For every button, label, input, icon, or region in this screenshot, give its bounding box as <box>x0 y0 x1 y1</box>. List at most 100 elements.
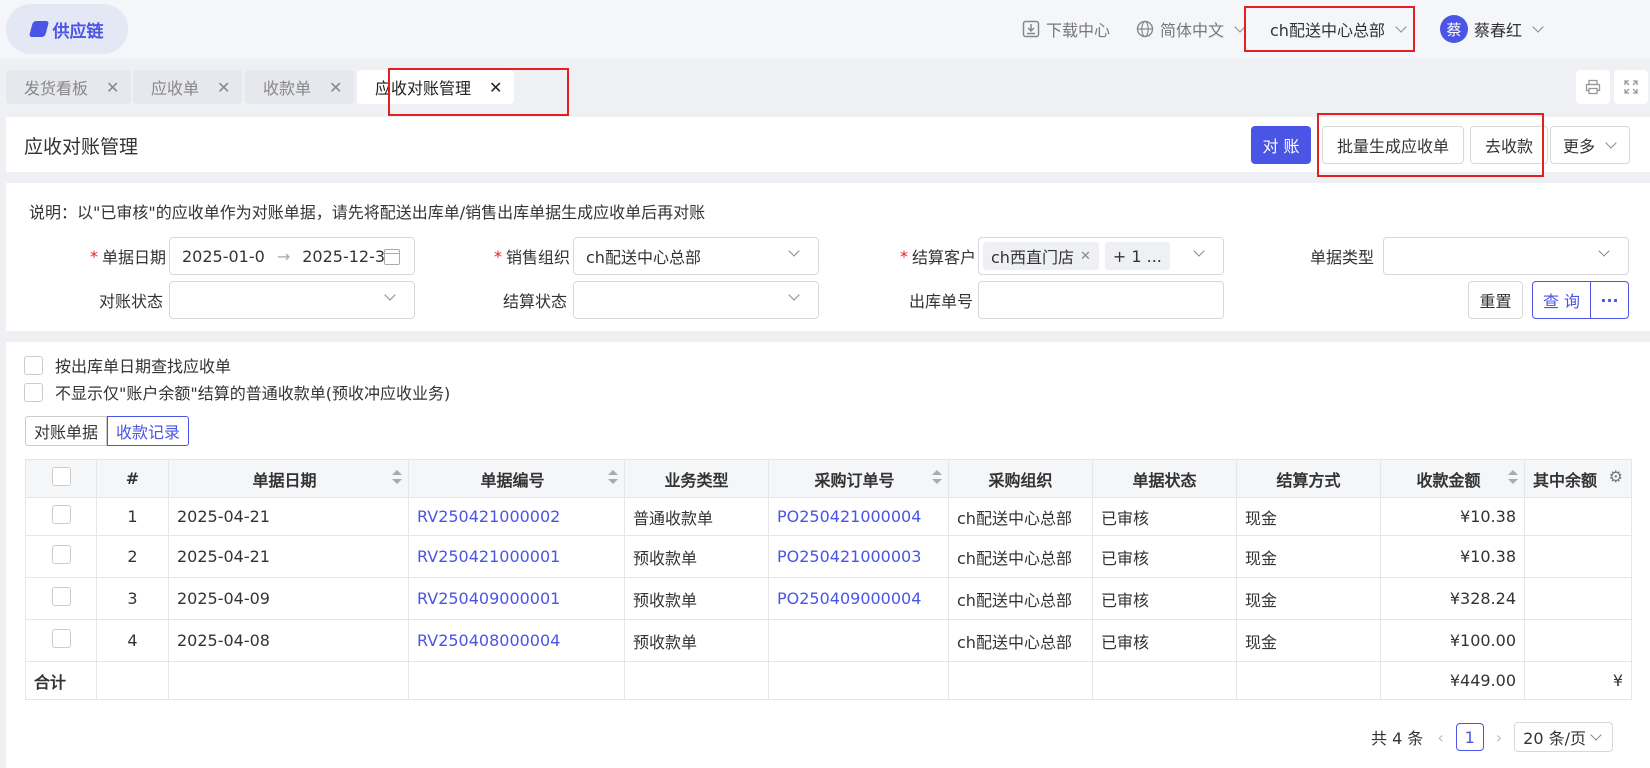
close-icon[interactable]: ✕ <box>217 78 230 97</box>
checkbox[interactable] <box>51 629 71 648</box>
close-icon[interactable]: ✕ <box>489 78 502 97</box>
fullscreen-icon[interactable] <box>1614 70 1648 104</box>
query-button[interactable]: 查 询 <box>1532 281 1591 319</box>
download-center-button[interactable]: 下载中心 <box>1022 16 1110 42</box>
customer-tag: ch西直门店 ✕ <box>983 242 1099 270</box>
close-icon[interactable]: ✕ <box>329 78 342 97</box>
view-receipt-records[interactable]: 收款记录 <box>107 416 190 446</box>
option-hide-balance[interactable]: 不显示仅"账户余额"结算的普通收款单(预收冲应收业务) <box>24 380 450 404</box>
summary-cell <box>96 661 169 700</box>
close-icon[interactable]: ✕ <box>106 78 119 97</box>
query-more-button[interactable]: ··· <box>1590 281 1629 319</box>
tab-label: 收款单 <box>263 79 312 98</box>
col-label: 其中余额 <box>1533 470 1598 490</box>
tab-shipping-board[interactable]: 发货看板 ✕ <box>6 70 132 104</box>
reconcile-button[interactable]: 对 账 <box>1251 126 1311 164</box>
tab-label: 应收单 <box>151 79 200 98</box>
required-mark: * <box>899 246 908 266</box>
prev-page-icon[interactable]: ‹ <box>1437 728 1443 747</box>
row-select[interactable] <box>25 577 97 620</box>
total-count: 共 4 条 <box>1371 729 1424 748</box>
print-icon[interactable] <box>1576 70 1610 104</box>
doc-no-link[interactable]: RV250421000001 <box>408 535 625 578</box>
chevron-down-icon <box>1193 245 1205 257</box>
batch-generate-receivable-button[interactable]: 批量生成应收单 <box>1322 126 1464 164</box>
page-size-select[interactable]: 20 条/页 <box>1514 722 1614 752</box>
row-select[interactable] <box>25 497 97 536</box>
summary-amount: ¥449.00 <box>1380 661 1525 700</box>
row-index: 3 <box>96 577 169 620</box>
table-row[interactable]: 4 2025-04-08 RV250408000004 预收款单 ch配送中心总… <box>25 619 1632 662</box>
gear-icon[interactable]: ⚙ <box>1609 467 1623 486</box>
checkbox[interactable] <box>24 382 43 402</box>
org-switcher[interactable]: ch配送中心总部 <box>1270 16 1409 42</box>
col-method: 结算方式 <box>1236 459 1381 498</box>
select-all-cell[interactable] <box>25 459 97 498</box>
sales-org-value: ch配送中心总部 <box>586 248 701 267</box>
row-select[interactable] <box>25 619 97 662</box>
sort-icon[interactable] <box>608 469 618 484</box>
po-link[interactable]: PO250409000004 <box>768 577 949 620</box>
table-row[interactable]: 2 2025-04-21 RV250421000001 预收款单 PO25042… <box>25 535 1632 578</box>
checkbox[interactable] <box>51 545 71 564</box>
col-date[interactable]: 单据日期 <box>168 459 409 498</box>
app-logo[interactable]: 供应链 <box>6 4 128 54</box>
sort-icon[interactable] <box>392 469 402 484</box>
checkbox[interactable] <box>51 587 71 606</box>
row-status: 已审核 <box>1092 577 1237 620</box>
view-reconcile-docs[interactable]: 对账单据 <box>25 416 108 446</box>
outbound-no-input[interactable] <box>978 281 1224 319</box>
receipt-table: # 单据日期 单据编号 业务类型 采购订单号 采购组织 单据状态 结算方式 收款… <box>25 459 1632 700</box>
table-row[interactable]: 1 2025-04-21 RV250421000002 普通收款单 PO2504… <box>25 497 1632 536</box>
customer-select[interactable]: ch西直门店 ✕ + 1 ... <box>978 237 1224 275</box>
date-range-picker[interactable]: 2025-01-0 → 2025-12-3 <box>169 237 415 275</box>
settle-status-select[interactable] <box>573 281 819 319</box>
row-biz-type: 预收款单 <box>624 535 769 578</box>
avatar: 蔡 <box>1440 15 1468 43</box>
po-link[interactable] <box>768 619 949 662</box>
row-select[interactable] <box>25 535 97 578</box>
checkbox[interactable] <box>24 355 43 375</box>
po-link[interactable]: PO250421000003 <box>768 535 949 578</box>
row-biz-type: 预收款单 <box>624 577 769 620</box>
col-doc-no[interactable]: 单据编号 <box>408 459 625 498</box>
row-date: 2025-04-21 <box>168 535 409 578</box>
recon-status-select[interactable] <box>169 281 415 319</box>
reset-button[interactable]: 重置 <box>1468 281 1523 319</box>
doc-type-select[interactable] <box>1383 237 1629 275</box>
language-select[interactable]: 简体中文 <box>1136 16 1248 42</box>
filter-panel: 说明：以"已审核"的应收单作为对账单据，请先将配送出库单/销售出库单据生成应收单… <box>6 183 1650 331</box>
col-po[interactable]: 采购订单号 <box>768 459 949 498</box>
checkbox[interactable] <box>51 505 71 524</box>
summary-cell <box>168 661 409 700</box>
page-number[interactable]: 1 <box>1455 723 1484 751</box>
tab-receivable-reconciliation[interactable]: 应收对账管理 ✕ <box>357 70 515 104</box>
calendar-icon <box>384 249 400 265</box>
top-bar: 供应链 下载中心 简体中文 ch配送中心总部 蔡 蔡春红 <box>0 0 1650 58</box>
table-row[interactable]: 3 2025-04-09 RV250409000001 预收款单 PO25040… <box>25 577 1632 620</box>
col-index: # <box>96 459 169 498</box>
doc-no-link[interactable]: RV250409000001 <box>408 577 625 620</box>
next-page-icon[interactable]: › <box>1496 728 1502 747</box>
tab-receivable[interactable]: 应收单 ✕ <box>133 70 243 104</box>
user-menu[interactable]: 蔡 蔡春红 <box>1440 15 1546 43</box>
row-balance <box>1524 535 1632 578</box>
customer-more-tag: + 1 ... <box>1104 242 1170 270</box>
sales-org-select[interactable]: ch配送中心总部 <box>573 237 819 275</box>
doc-no-link[interactable]: RV250421000002 <box>408 497 625 536</box>
sort-icon[interactable] <box>1508 469 1518 484</box>
po-link[interactable]: PO250421000004 <box>768 497 949 536</box>
go-collect-button[interactable]: 去收款 <box>1470 126 1548 164</box>
option-outbound-date[interactable]: 按出库单日期查找应收单 <box>24 353 231 377</box>
row-method: 现金 <box>1236 619 1381 662</box>
col-status: 单据状态 <box>1092 459 1237 498</box>
doc-no-link[interactable]: RV250408000004 <box>408 619 625 662</box>
tab-receipt[interactable]: 收款单 ✕ <box>245 70 355 104</box>
sort-icon[interactable] <box>932 469 942 484</box>
checkbox[interactable] <box>51 467 71 486</box>
more-button[interactable]: 更多 <box>1550 126 1630 164</box>
page-header: 应收对账管理 对 账 批量生成应收单 去收款 更多 <box>6 117 1650 172</box>
chevron-down-icon <box>1605 137 1617 149</box>
col-amount[interactable]: 收款金额 <box>1380 459 1525 498</box>
close-icon[interactable]: ✕ <box>1080 249 1091 264</box>
